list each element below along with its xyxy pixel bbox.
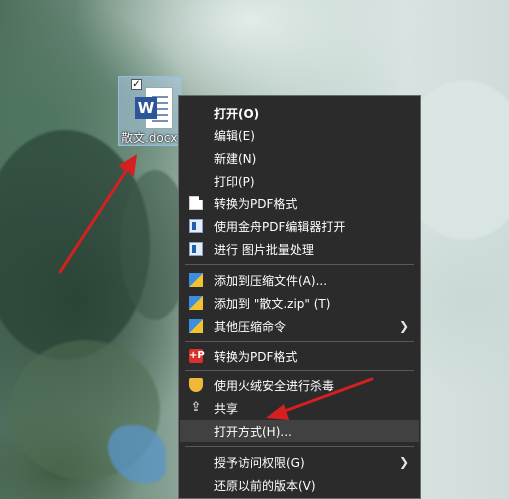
menu-item-open-with-pdf-editor[interactable]: 使用金舟PDF编辑器打开 <box>180 215 419 237</box>
desktop: { "desktop_icon": { "label": "散文.docx", … <box>0 0 509 499</box>
menu-item-label: 打开方式(H)... <box>214 424 292 439</box>
menu-item-label: 添加到压缩文件(A)... <box>214 273 328 288</box>
blank-document-icon <box>189 196 203 210</box>
menu-item-label: 添加到 "散文.zip" (T) <box>214 296 331 311</box>
menu-item-other-compress[interactable]: 其他压缩命令 ❯ <box>180 315 419 337</box>
huorong-shield-icon <box>189 378 203 392</box>
context-menu: 打开(O) 编辑(E) 新建(N) 打印(P) 转换为PDF格式 使用金舟PDF… <box>178 95 421 499</box>
menu-item-label: 打开(O) <box>214 106 260 121</box>
word-document-icon: W <box>135 87 173 129</box>
pdf-convert-icon: +P <box>189 349 205 363</box>
menu-item-label: 新建(N) <box>214 151 257 166</box>
menu-item-label: 转换为PDF格式 <box>214 349 298 364</box>
pdf-editor-icon <box>189 219 203 233</box>
menu-item-grant-access[interactable]: 授予访问权限(G) ❯ <box>180 451 419 473</box>
menu-item-label: 授予访问权限(G) <box>214 455 305 470</box>
menu-item-label: 编辑(E) <box>214 128 255 143</box>
menu-item-convert-pdf-2[interactable]: +P 转换为PDF格式 <box>180 345 419 367</box>
menu-item-label: 还原以前的版本(V) <box>214 478 316 493</box>
chevron-right-icon: ❯ <box>398 455 409 469</box>
menu-item-label: 进行 图片批量处理 <box>214 242 314 257</box>
menu-item-share[interactable]: ⇪ 共享 <box>180 397 419 419</box>
image-batch-icon <box>189 242 203 256</box>
menu-item-print[interactable]: 打印(P) <box>180 170 419 192</box>
menu-item-open[interactable]: 打开(O) <box>180 102 419 124</box>
menu-item-label: 其他压缩命令 <box>214 319 287 334</box>
menu-separator <box>185 370 414 371</box>
menu-item-image-batch[interactable]: 进行 图片批量处理 <box>180 238 419 260</box>
archive-icon <box>189 319 203 333</box>
menu-item-add-to-zip[interactable]: 添加到 "散文.zip" (T) <box>180 292 419 314</box>
archive-icon <box>189 273 203 287</box>
archive-icon <box>189 296 203 310</box>
menu-item-open-with[interactable]: 打开方式(H)... <box>180 420 419 442</box>
butterfly <box>108 425 166 483</box>
menu-item-edit[interactable]: 编辑(E) <box>180 124 419 146</box>
menu-separator <box>185 446 414 447</box>
menu-item-antivirus-scan[interactable]: 使用火绒安全进行杀毒 <box>180 374 419 396</box>
menu-item-new[interactable]: 新建(N) <box>180 147 419 169</box>
share-icon: ⇪ <box>190 400 202 415</box>
menu-item-label: 使用火绒安全进行杀毒 <box>214 378 335 393</box>
desktop-file-icon[interactable]: ✓ W 散文.docx <box>118 76 182 146</box>
menu-item-label: 打印(P) <box>214 174 255 189</box>
menu-separator <box>185 264 414 265</box>
chevron-right-icon: ❯ <box>398 319 409 333</box>
menu-item-label: 共享 <box>214 401 239 416</box>
menu-item-label: 转换为PDF格式 <box>214 196 298 211</box>
menu-item-convert-pdf[interactable]: 转换为PDF格式 <box>180 192 419 214</box>
desktop-file-label: 散文.docx <box>121 131 178 145</box>
menu-item-add-to-archive[interactable]: 添加到压缩文件(A)... <box>180 269 419 291</box>
menu-separator <box>185 341 414 342</box>
menu-item-label: 使用金舟PDF编辑器打开 <box>214 219 346 234</box>
menu-item-restore-versions[interactable]: 还原以前的版本(V) <box>180 474 419 496</box>
